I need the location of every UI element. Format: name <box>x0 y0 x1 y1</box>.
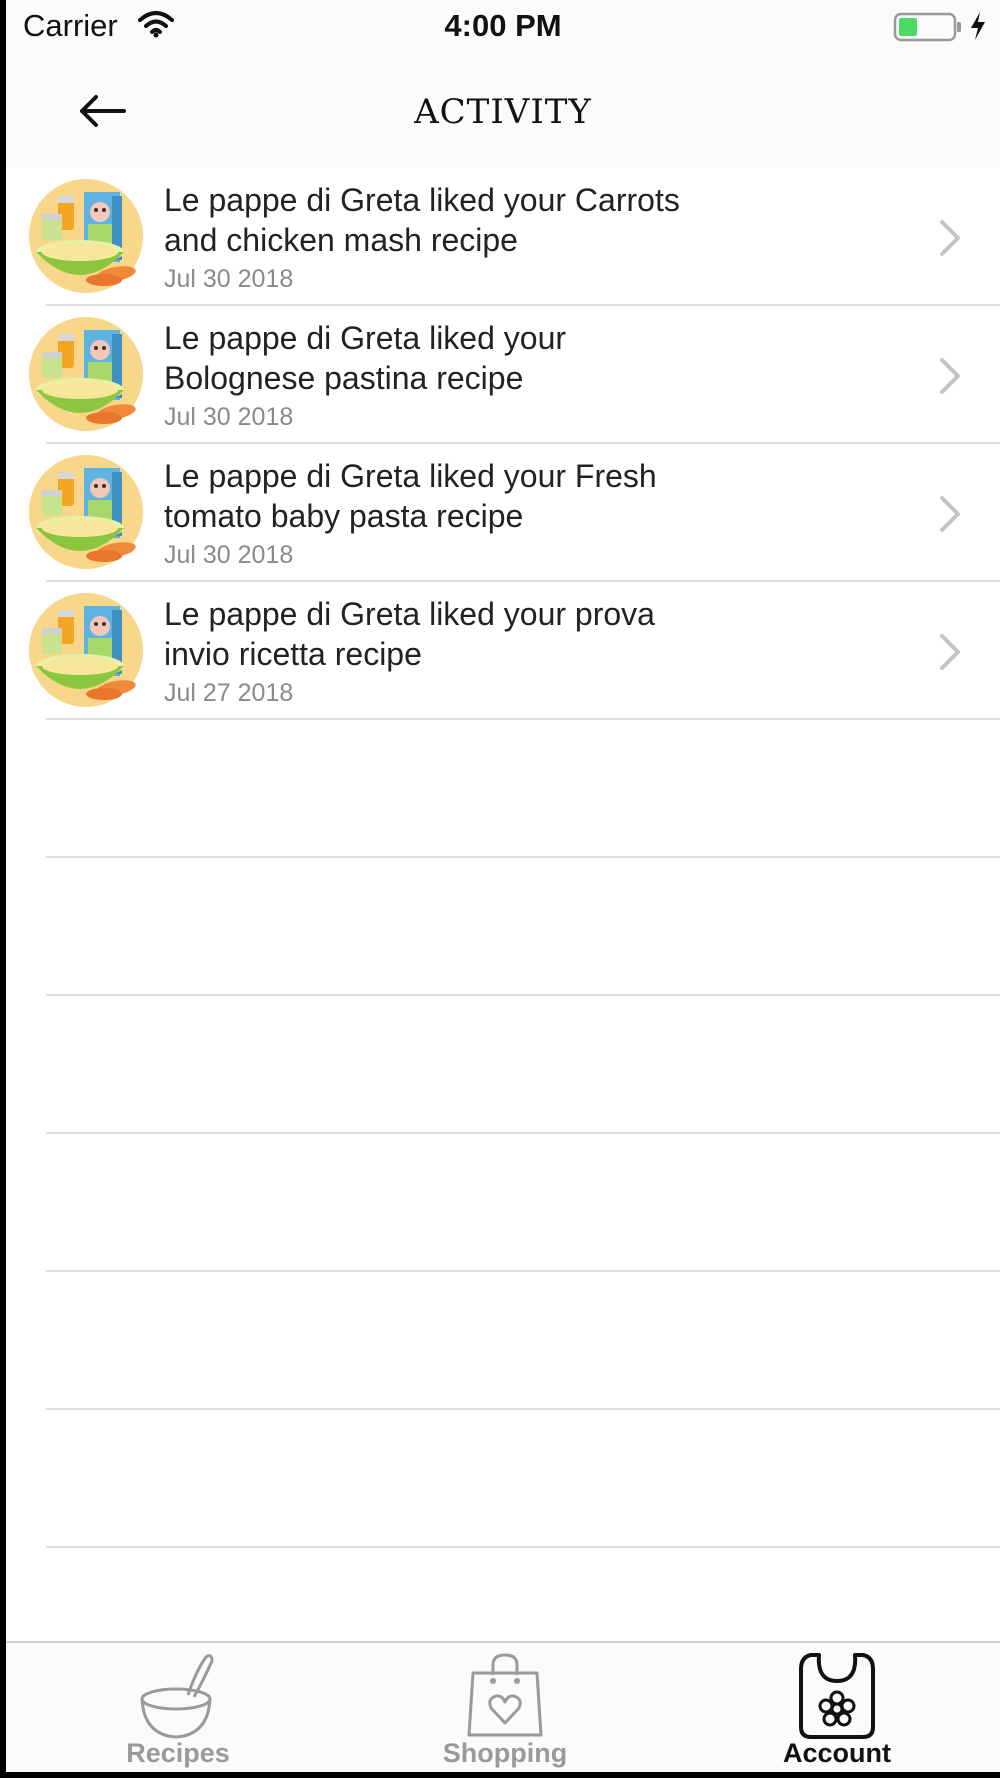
app-screen: Carrier 4:00 PM ACTIVITY Le pappe di Gre… <box>6 0 1000 1772</box>
activity-date: Jul 30 2018 <box>164 403 294 431</box>
bowl-spoon-icon <box>140 1654 214 1739</box>
baby-food-avatar <box>29 593 143 707</box>
baby-food-avatar <box>29 179 143 293</box>
activity-row[interactable]: Le pappe di Greta liked your prova invio… <box>6 582 1000 720</box>
empty-row <box>6 858 1000 996</box>
activity-date: Jul 27 2018 <box>164 679 294 707</box>
navigation-bar: ACTIVITY <box>6 56 1000 168</box>
battery-charging-icon <box>893 12 965 47</box>
activity-row[interactable]: Le pappe di Greta liked your Bolognese p… <box>6 306 1000 444</box>
activity-message: Le pappe di Greta liked your Fresh tomat… <box>164 458 657 534</box>
tab-account[interactable]: Account <box>727 1643 947 1772</box>
activity-message: Le pappe di Greta liked your Carrots and… <box>164 182 680 258</box>
activity-date: Jul 30 2018 <box>164 541 294 569</box>
baby-food-avatar <box>29 317 143 431</box>
shopping-bag-heart-icon <box>467 1653 543 1737</box>
chevron-right-icon <box>940 634 960 670</box>
status-bar: Carrier 4:00 PM <box>6 0 1000 56</box>
empty-row <box>6 1410 1000 1548</box>
activity-row[interactable]: Le pappe di Greta liked your Carrots and… <box>6 168 1000 306</box>
empty-row <box>6 1272 1000 1410</box>
status-time: 4:00 PM <box>444 8 562 43</box>
baby-food-avatar <box>29 455 143 569</box>
activity-list: Le pappe di Greta liked your Carrots and… <box>6 168 1000 1548</box>
chevron-right-icon <box>940 496 960 532</box>
activity-message: Le pappe di Greta liked your prova invio… <box>164 596 655 672</box>
tab-bar: Recipes Shopping Account <box>6 1641 1000 1772</box>
tab-recipes-label: Recipes <box>126 1738 230 1768</box>
activity-message: Le pappe di Greta liked your Bolognese p… <box>164 320 567 396</box>
activity-row[interactable]: Le pappe di Greta liked your Fresh tomat… <box>6 444 1000 582</box>
empty-row <box>6 996 1000 1134</box>
tab-recipes[interactable]: Recipes <box>68 1643 288 1772</box>
tab-shopping-label: Shopping <box>442 1738 568 1768</box>
activity-date: Jul 30 2018 <box>164 265 294 293</box>
chevron-right-icon <box>940 358 960 394</box>
charging-bolt-icon <box>969 11 987 46</box>
empty-row <box>6 1134 1000 1272</box>
tab-shopping[interactable]: Shopping <box>395 1643 615 1772</box>
page-title: ACTIVITY <box>414 92 592 132</box>
tab-account-label: Account <box>783 1738 891 1768</box>
empty-row <box>6 720 1000 858</box>
bib-flower-icon <box>799 1653 875 1739</box>
chevron-right-icon <box>940 220 960 256</box>
